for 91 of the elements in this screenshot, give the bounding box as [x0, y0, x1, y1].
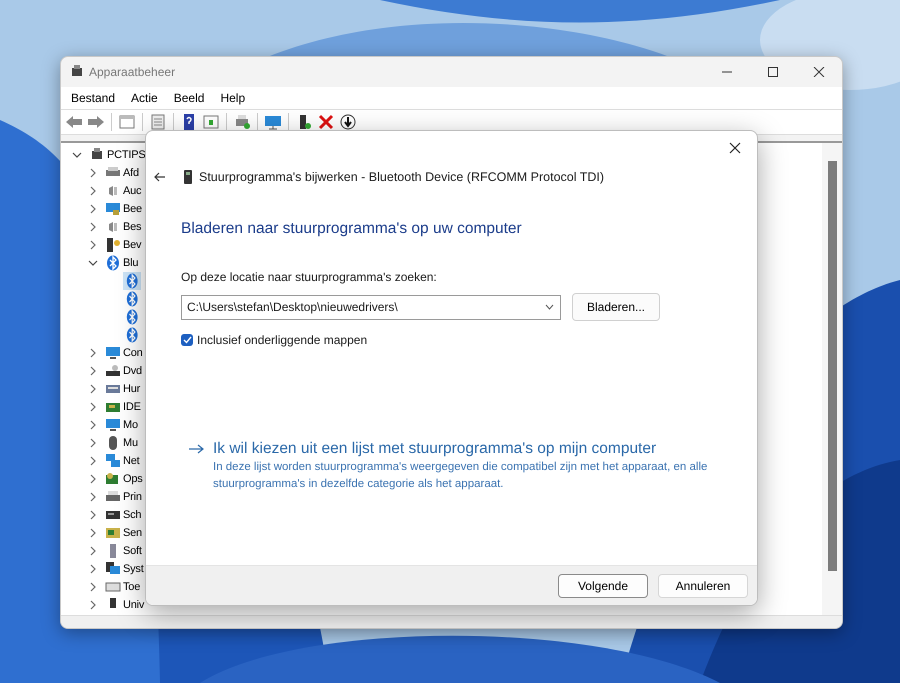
path-field[interactable]: C:\Users\stefan\Desktop\nieuwedrivers\: [181, 294, 561, 320]
tree-item[interactable]: Auc: [123, 185, 142, 197]
chevron-down-icon: [545, 304, 554, 310]
chevron-right-icon[interactable]: [88, 546, 98, 556]
option-description: In deze lijst worden stuurprogramma's weergegeven die compatibel zijn met het apparaat, en alle stuurprogramma's in dezelfde categorie als het apparaat.: [213, 460, 708, 492]
chevron-right-icon[interactable]: [88, 384, 98, 394]
page-heading: Bladeren naar stuurprogramma's op uw computer: [181, 219, 522, 239]
chevron-down-icon[interactable]: [88, 258, 98, 268]
tree-item[interactable]: Dvd: [123, 365, 142, 377]
panel-icon[interactable]: [202, 113, 220, 131]
device-icon: [184, 170, 192, 184]
delete-icon[interactable]: [317, 113, 335, 131]
tree-item[interactable]: Blu: [123, 257, 138, 269]
close-icon[interactable]: [729, 142, 741, 154]
maximize-icon[interactable]: [767, 67, 779, 77]
chevron-right-icon[interactable]: [88, 222, 98, 232]
checkbox-label: Inclusief onderliggende mappen: [197, 333, 368, 347]
device-icon: [105, 453, 121, 469]
device-icon: [105, 525, 121, 541]
chevron-right-icon[interactable]: [88, 204, 98, 214]
window-title: Apparaatbeheer: [89, 65, 176, 79]
chevron-right-icon[interactable]: [88, 510, 98, 520]
bluetooth-icon: [125, 309, 139, 325]
option-link[interactable]: Ik wil kiezen uit een lijst met stuurprogramma's op mijn computer: [213, 439, 743, 459]
tree-item[interactable]: Bee: [123, 203, 142, 215]
chevron-right-icon[interactable]: [88, 600, 98, 610]
tree-item[interactable]: Hur: [123, 383, 140, 395]
bluetooth-icon: [105, 255, 121, 271]
dialog-button[interactable]: Annuleren: [658, 574, 748, 598]
tree-item[interactable]: Afd: [123, 167, 139, 179]
device-icon: [105, 561, 121, 577]
chevron-right-icon[interactable]: [88, 564, 98, 574]
tree-item[interactable]: Mu: [123, 437, 138, 449]
chevron-right-icon[interactable]: [88, 456, 98, 466]
device-icon: [105, 417, 121, 433]
tree-item[interactable]: Sen: [123, 527, 142, 539]
device-icon: [105, 237, 121, 253]
bluetooth-icon: [125, 291, 139, 307]
device-icon: [105, 201, 121, 217]
tree-item[interactable]: Toe: [123, 581, 140, 593]
tree-item[interactable]: Univ: [123, 599, 144, 611]
tree-item[interactable]: Mo: [123, 419, 138, 431]
tree-item[interactable]: Bev: [123, 239, 142, 251]
menu-item[interactable]: Actie: [123, 91, 166, 105]
tree-item[interactable]: Net: [123, 455, 140, 467]
tree-item[interactable]: Sch: [123, 509, 142, 521]
dialog-title: Stuurprogramma's bijwerken - Bluetooth Device (RFCOMM Protocol TDI): [199, 170, 604, 184]
tree-item[interactable]: IDE: [123, 401, 141, 413]
monitor-icon[interactable]: [264, 113, 282, 131]
printer-icon[interactable]: [233, 113, 251, 131]
tree-item[interactable]: Bes: [123, 221, 142, 233]
chevron-right-icon[interactable]: [88, 528, 98, 538]
download-icon[interactable]: [339, 113, 357, 131]
bluetooth-icon: [125, 327, 139, 343]
list-icon[interactable]: [149, 113, 167, 131]
device-icon: [105, 471, 121, 487]
panel-icon[interactable]: [118, 113, 136, 131]
checkbox[interactable]: [181, 334, 193, 346]
chevron-right-icon[interactable]: [88, 348, 98, 358]
chevron-right-icon[interactable]: [88, 366, 98, 376]
chevron-right-icon[interactable]: [88, 474, 98, 484]
selected-tree-item[interactable]: [123, 272, 141, 290]
chevron-right-icon[interactable]: [88, 402, 98, 412]
chevron-right-icon[interactable]: [88, 438, 98, 448]
device-icon: [105, 363, 121, 379]
chevron-right-icon[interactable]: [88, 186, 98, 196]
chevron-right-icon[interactable]: [88, 582, 98, 592]
browse-button[interactable]: Bladeren...: [572, 293, 660, 321]
close-icon[interactable]: [813, 67, 825, 77]
device-icon: [105, 345, 121, 361]
chevron-right-icon[interactable]: [88, 420, 98, 430]
back-arrow-icon[interactable]: [154, 172, 166, 182]
menu-item[interactable]: Bestand: [63, 91, 124, 105]
menu-item[interactable]: Help: [212, 91, 254, 105]
chevron-right-icon[interactable]: [88, 492, 98, 502]
default-button[interactable]: Volgende: [558, 574, 648, 598]
scrollbar-thumb[interactable]: [828, 161, 836, 571]
chevron-right-icon[interactable]: [88, 240, 98, 250]
tree-item[interactable]: PCTIPS: [107, 149, 146, 161]
tree-item[interactable]: Soft: [123, 545, 142, 557]
field-label: Op deze locatie naar stuurprogramma's zoeken:: [181, 269, 437, 285]
chevron-down-icon[interactable]: [72, 150, 82, 160]
tree-item[interactable]: Prin: [123, 491, 142, 503]
tree-item[interactable]: Ops: [123, 473, 143, 485]
tree-item[interactable]: Syst: [123, 563, 144, 575]
forward-arrow-icon[interactable]: [87, 113, 105, 131]
bluetooth-icon: [125, 273, 139, 289]
menu-item[interactable]: Beeld: [166, 91, 212, 105]
tree-item[interactable]: Con: [123, 347, 143, 359]
arrow-right-icon: [189, 444, 204, 454]
chevron-right-icon[interactable]: [88, 168, 98, 178]
